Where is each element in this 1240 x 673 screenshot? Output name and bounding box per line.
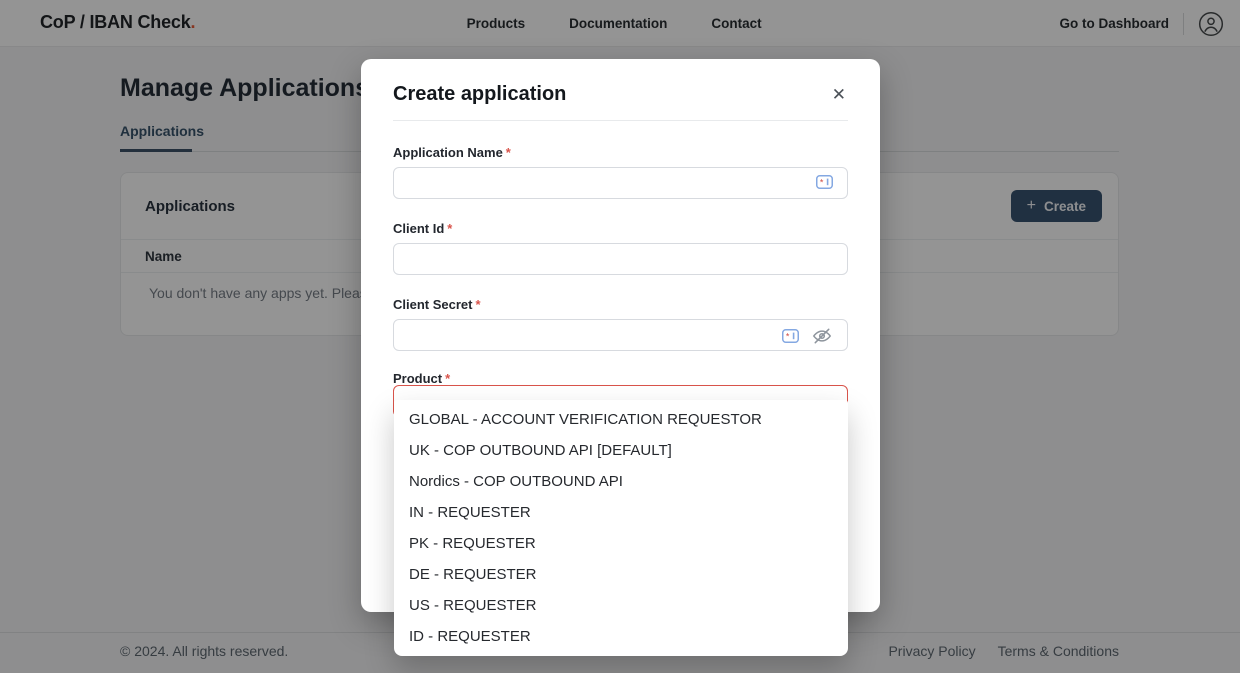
product-option[interactable]: Nordics - COP OUTBOUND API <box>394 466 848 497</box>
autofill-icon[interactable]: * <box>782 329 799 344</box>
autofill-icon[interactable]: * <box>816 175 833 190</box>
modal-title-divider <box>393 120 848 121</box>
application-name-label: Application Name* <box>393 145 511 160</box>
application-name-input[interactable] <box>393 167 848 199</box>
client-id-label: Client Id* <box>393 221 452 236</box>
svg-text:*: * <box>786 331 790 341</box>
product-option[interactable]: PK - REQUESTER <box>394 528 848 559</box>
product-option[interactable]: UK - COP OUTBOUND API [DEFAULT] <box>394 435 848 466</box>
product-option[interactable]: US - REQUESTER <box>394 590 848 621</box>
svg-text:*: * <box>820 177 824 187</box>
modal-title: Create application <box>393 83 566 106</box>
required-mark: * <box>447 221 452 236</box>
required-mark: * <box>445 371 450 386</box>
product-label: Product* <box>393 371 450 386</box>
app-window: CoP / IBAN Check. Products Documentation… <box>0 0 1240 673</box>
product-option[interactable]: ID - REQUESTER <box>394 621 848 652</box>
close-icon[interactable]: ✕ <box>832 86 846 103</box>
client-secret-input-icons: * <box>782 326 833 346</box>
client-id-input[interactable] <box>393 243 848 275</box>
client-secret-label: Client Secret* <box>393 297 481 312</box>
client-secret-input[interactable] <box>393 319 848 351</box>
client-id-input-icons: * <box>816 175 833 190</box>
required-mark: * <box>506 145 511 160</box>
product-options-dropdown: GLOBAL - ACCOUNT VERIFICATION REQUESTOR … <box>394 400 848 656</box>
required-mark: * <box>475 297 480 312</box>
product-option[interactable]: IN - REQUESTER <box>394 497 848 528</box>
product-option[interactable]: GLOBAL - ACCOUNT VERIFICATION REQUESTOR <box>394 404 848 435</box>
eye-off-icon[interactable] <box>811 326 833 346</box>
product-option[interactable]: DE - REQUESTER <box>394 559 848 590</box>
